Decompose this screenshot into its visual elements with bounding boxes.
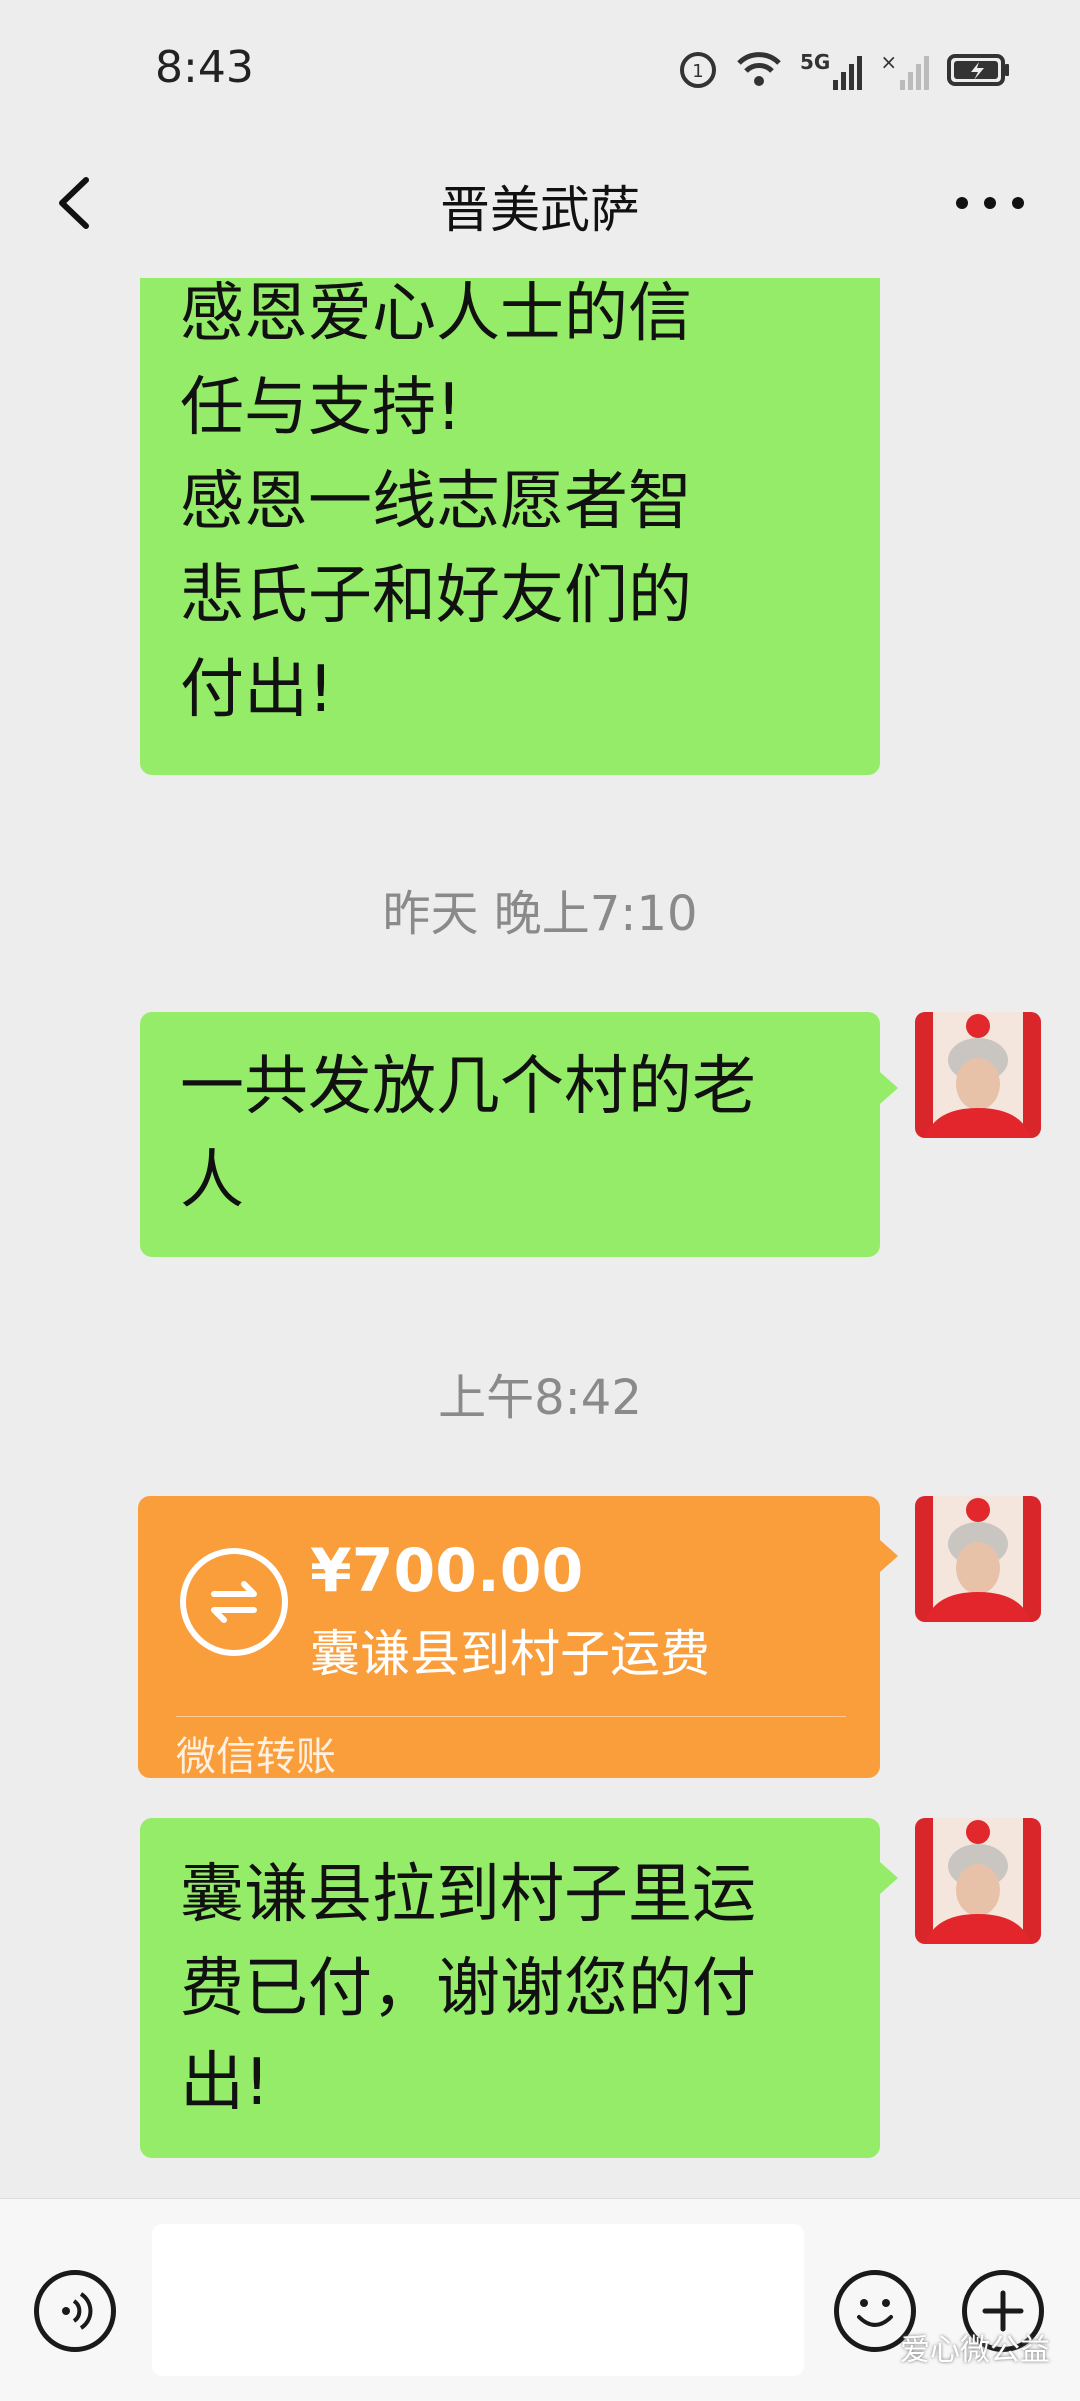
chevron-left-icon (59, 177, 89, 229)
more-dots-icon (956, 197, 1024, 209)
transfer-arrows-icon (180, 1548, 288, 1656)
network-label: 5G (800, 50, 831, 74)
message-bubble[interactable]: 一共发放几个村的老 人 (140, 1012, 880, 1257)
status-time: 8:43 (155, 42, 254, 93)
message-line: 人 (180, 1144, 244, 1218)
timestamp: 昨天 晚上7:10 (382, 886, 698, 942)
avatar[interactable] (915, 1012, 1041, 1138)
svg-text:1: 1 (692, 61, 703, 82)
bubble-tail (880, 1862, 898, 1894)
data-usage-icon: 1 (680, 52, 716, 88)
message-line: 一共发放几个村的老 (180, 1050, 756, 1124)
status-icons: 1 5G × (678, 45, 1011, 95)
more-button-overlay[interactable] (950, 178, 1030, 228)
transfer-remark: 囊谦县到村子运费 (310, 1625, 710, 1683)
avatar-image (915, 1818, 1041, 1944)
signal-icon: × (880, 50, 930, 90)
message-line: 付出! (180, 653, 334, 727)
message-line: 出! (180, 2046, 270, 2120)
message-bubble[interactable]: 囊谦县拉到村子里运 费已付，谢谢您的付 出! (140, 1818, 880, 2158)
divider (176, 1716, 846, 1717)
voice-button[interactable] (34, 2270, 116, 2352)
bubble-tail (880, 1072, 898, 1104)
watermark: 爱心微公益 (900, 2333, 1050, 2368)
chat-title-overlay: 晋美武萨 (440, 181, 640, 239)
message-line: 任与支持! (180, 371, 462, 445)
avatar[interactable] (915, 1496, 1041, 1622)
message-line: 费已付，谢谢您的付 (180, 1952, 756, 2026)
avatar-image (915, 1012, 1041, 1138)
message-input[interactable] (152, 2224, 804, 2376)
message-line: 感恩一线志愿者智 (180, 465, 692, 539)
signal-5g-icon: 5G (800, 50, 863, 90)
message-line: 囊谦县拉到村子里运 (180, 1858, 756, 1932)
battery-charging-icon (947, 54, 1010, 86)
voice-icon (62, 2292, 93, 2330)
bubble-tail (880, 1540, 898, 1572)
message-line: 感恩爱心人士的信 (180, 277, 692, 351)
back-button-overlay[interactable] (44, 168, 114, 238)
transfer-amount: ¥700.00 (310, 1536, 584, 1606)
avatar[interactable] (915, 1818, 1041, 1944)
transfer-card[interactable]: ¥700.00 囊谦县到村子运费 微信转账 (138, 1496, 880, 1780)
timestamp: 上午8:42 (438, 1370, 642, 1426)
message-line: 悲氏子和好友们的 (180, 559, 692, 633)
avatar-image (915, 1496, 1041, 1622)
message-bubble[interactable]: 感恩爱心人士的信 任与支持! 感恩一线志愿者智 悲氏子和好友们的 付出! (140, 255, 880, 775)
wifi-icon (737, 52, 781, 86)
transfer-type-label: 微信转账 (176, 1734, 336, 1780)
